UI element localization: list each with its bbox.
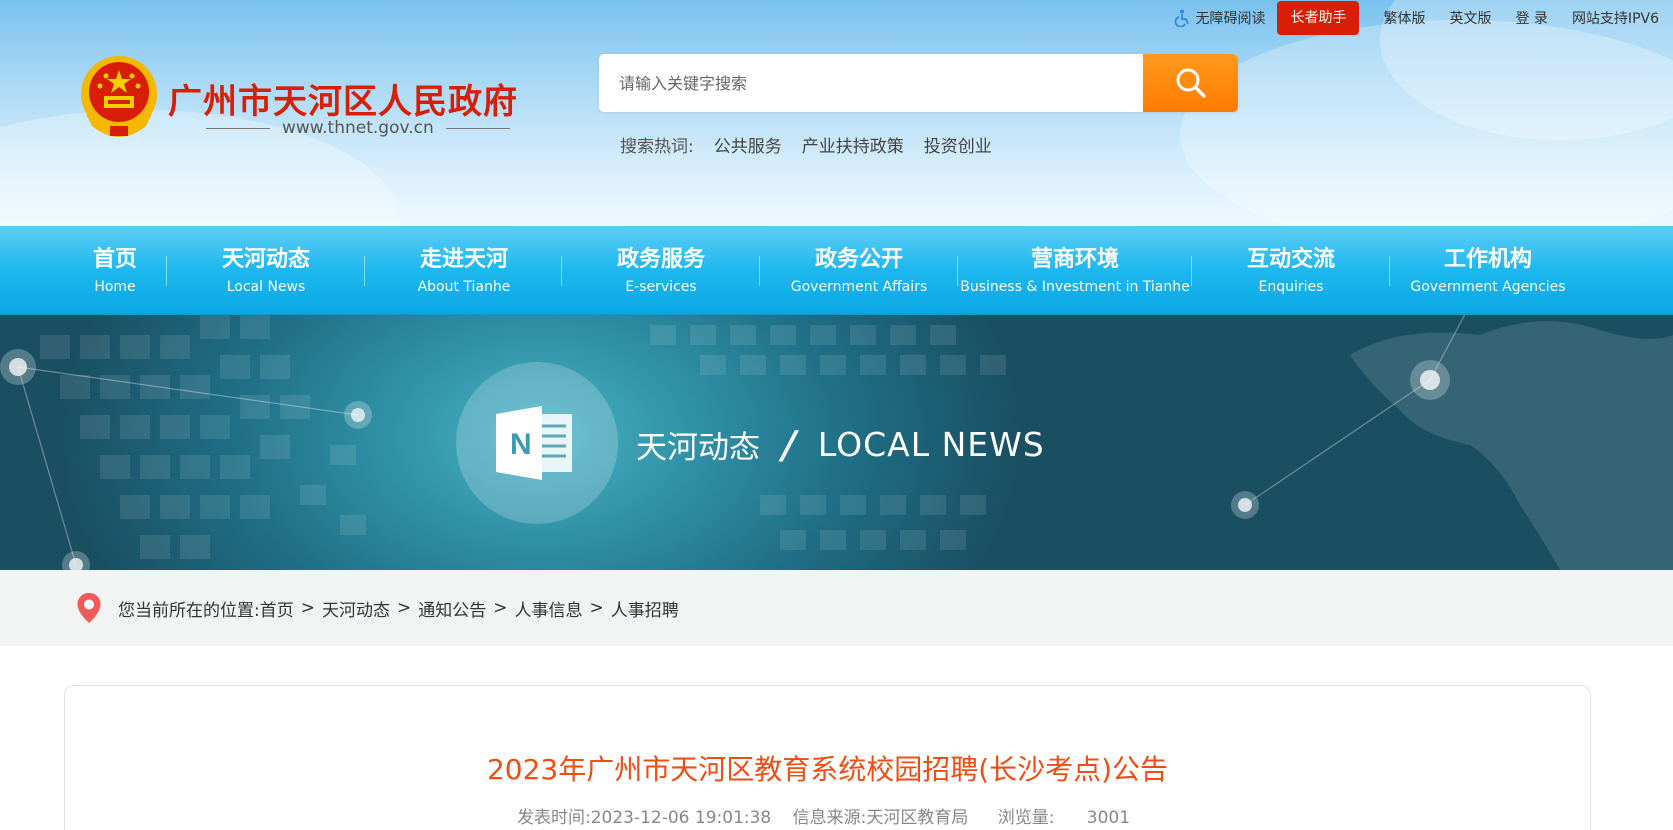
breadcrumb-link-personnel-info[interactable]: 人事信息 [514,596,582,621]
site-url-text: www.thnet.gov.cn [282,118,434,138]
site-url: www.thnet.gov.cn [194,118,522,138]
nav-item-label: 走进天河 [419,246,508,272]
hot-words-label: 搜索热词: [620,137,694,157]
login-link[interactable]: 登 录 [1515,8,1547,28]
nav-divider [1389,256,1390,286]
nav-item-sublabel: Government Agencies [1410,278,1566,295]
view-count-value: 3001 [1086,808,1131,828]
search-button[interactable] [1143,54,1238,112]
search-icon [1176,68,1206,98]
hot-word-link[interactable]: 投资创业 [924,132,992,157]
breadcrumb-separator: > [493,598,508,618]
ipv6-support-text: 网站支持IPV6 [1571,11,1659,27]
view-count-label: 浏览量: [997,808,1055,828]
breadcrumb-link-home[interactable]: 首页 [260,596,294,621]
hot-search-words: 搜索热词: 公共服务 产业扶持政策 投资创业 [620,132,992,157]
hot-word-link[interactable]: 产业扶持政策 [802,132,904,157]
breadcrumb-link-recruitment[interactable]: 人事招聘 [611,596,679,621]
news-badge: N [456,362,618,524]
nav-divider [166,256,167,286]
banner-title-slash: / [777,422,801,467]
hot-word-link[interactable]: 公共服务 [714,132,782,157]
banner-title-cn: 天河动态 [636,430,760,466]
accessibility-label: 无障碍阅读 [1195,11,1266,27]
news-icon-letter: N [510,428,532,461]
divider-line [445,127,510,129]
nav-item-about-tianhe[interactable]: 走进天河 About Tianhe [378,226,550,315]
news-icon: N [496,406,572,480]
breadcrumb-separator: > [396,598,412,618]
nav-item-government-affairs[interactable]: 政务公开 Government Affairs [773,226,945,315]
publish-time: 发表时间:2023-12-06 19:01:38 [516,808,772,828]
search-input[interactable] [619,54,1139,112]
article-title: 2023年广州市天河区教育系统校园招聘(长沙考点)公告 [486,753,1169,786]
search-bar [599,54,1238,112]
nav-item-government-agencies[interactable]: 工作机构 Government Agencies [1398,226,1578,315]
elder-assistant-button[interactable]: 长者助手 [1277,1,1360,35]
article-meta: 发表时间:2023-12-06 19:01:38 信息来源:天河区教育局 浏览量… [65,803,1590,828]
breadcrumb: 您当前所在的位置: 首页 > 天河动态 > 通知公告 > 人事信息 > 人事招聘 [76,592,679,624]
breadcrumb-link-notices[interactable]: 通知公告 [418,596,486,621]
accessibility-icon [1175,9,1190,27]
nav-item-label: 工作机构 [1443,246,1532,272]
national-emblem-logo[interactable] [76,54,162,144]
nav-item-sublabel: Enquiries [1258,278,1324,295]
breadcrumb-separator: > [300,598,315,618]
nav-item-sublabel: About Tianhe [417,278,511,295]
section-banner: N 天河动态 / LOCAL NEWS [0,315,1673,570]
location-pin-icon [77,593,101,623]
nav-item-e-services[interactable]: 政务服务 E-services [575,226,747,315]
divider-line [206,127,270,129]
accessibility-link[interactable]: 无障碍阅读 [1173,8,1265,28]
nav-item-label: 营商环境 [1030,246,1119,272]
nav-item-enquiries[interactable]: 互动交流 Enquiries [1205,226,1377,315]
nav-item-business-investment[interactable]: 营商环境 Business & Investment in Tianhe [960,226,1190,315]
english-version-link[interactable]: 英文版 [1449,8,1491,28]
nav-item-label: 政务公开 [814,246,903,272]
nav-item-sublabel: Government Affairs [790,278,928,295]
traditional-chinese-link[interactable]: 繁体版 [1383,8,1425,28]
nav-item-sublabel: Business & Investment in Tianhe [960,278,1190,295]
breadcrumb-separator: > [589,598,604,618]
nav-item-sublabel: E-services [625,278,697,295]
utility-bar: 无障碍阅读 长者助手 繁体版 英文版 登 录 网站支持IPV6 [1149,0,1659,36]
view-count: 浏览量: 3001 [990,808,1138,828]
nav-item-home[interactable]: 首页 Home [72,226,158,315]
nav-item-label: 首页 [92,246,137,272]
breadcrumb-link-local-news[interactable]: 天河动态 [322,596,390,621]
banner-title: 天河动态 / LOCAL NEWS [636,422,1045,467]
breadcrumb-prefix: 您当前所在的位置: [118,600,260,621]
nav-divider [561,256,562,286]
nav-item-sublabel: Local News [226,278,306,295]
nav-divider [957,256,958,286]
main-navigation: 首页 Home 天河动态 Local News 走进天河 About Tianh… [0,226,1673,315]
breadcrumb-bar: 您当前所在的位置: 首页 > 天河动态 > 通知公告 > 人事信息 > 人事招聘 [0,570,1673,646]
nav-item-label: 政务服务 [616,246,705,272]
nav-divider [1191,256,1192,286]
nav-item-label: 天河动态 [221,246,310,272]
nav-item-sublabel: Home [94,278,136,295]
info-source: 信息来源:天河区教育局 [792,808,969,828]
nav-item-label: 互动交流 [1246,246,1335,272]
article-card: 2023年广州市天河区教育系统校园招聘(长沙考点)公告 发表时间:2023-12… [64,685,1591,830]
banner-title-en: LOCAL NEWS [817,425,1045,464]
site-header: 无障碍阅读 长者助手 繁体版 英文版 登 录 网站支持IPV6 广州市天河区人民… [0,0,1673,226]
nav-divider [364,256,365,286]
nav-divider [759,256,760,286]
nav-item-local-news[interactable]: 天河动态 Local News [180,226,352,315]
site-name[interactable]: 广州市天河区人民政府 [168,74,518,123]
